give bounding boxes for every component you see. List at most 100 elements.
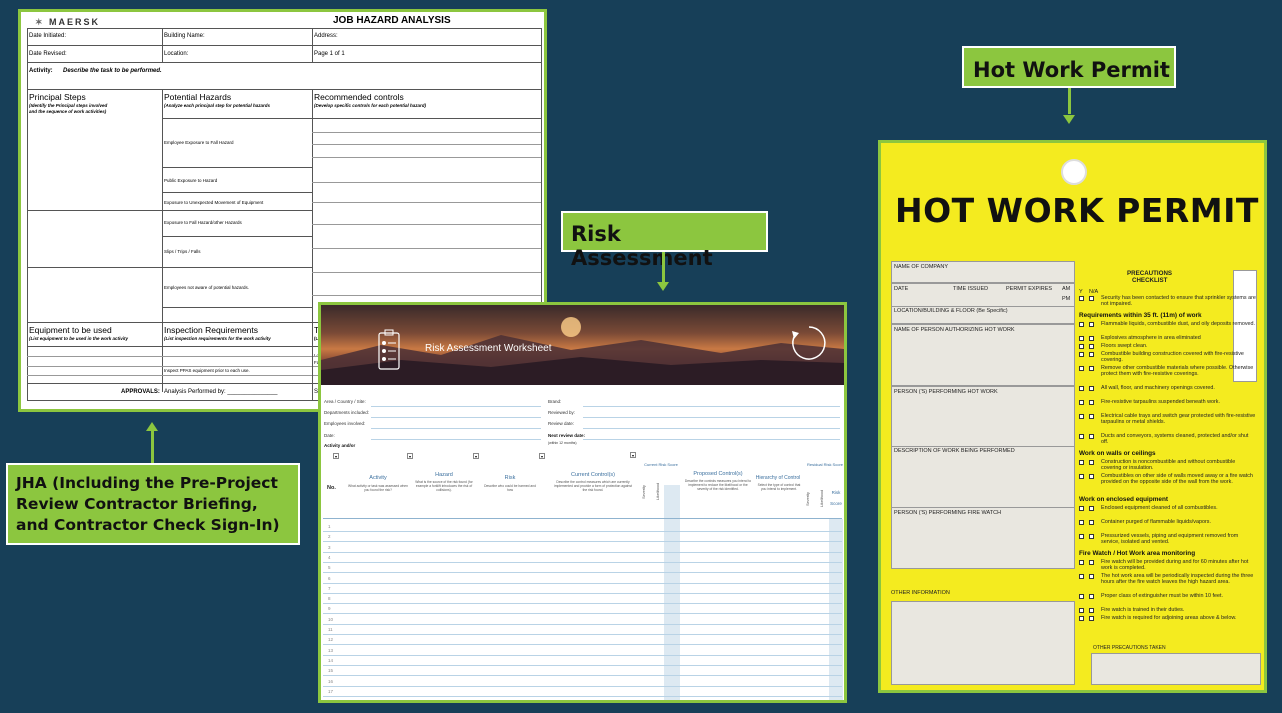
checkbox[interactable] [1079,534,1084,539]
worksheet-row-line [323,541,842,543]
row-number: 12 [328,637,334,643]
principal-steps-heading: Principal Steps [29,92,86,102]
checklist-item: Construction is noncombustible and witho… [1101,459,1236,471]
checkbox[interactable] [1089,534,1094,539]
risk-dropdown[interactable]: ▾ [473,453,479,459]
checkbox[interactable] [1079,616,1084,621]
checkbox[interactable] [1079,386,1084,391]
risk-column-note: Describe who could be harmed and how [484,484,536,492]
hierarchy-of-control-header: Hierarchy of Control [755,475,801,481]
checkbox[interactable] [1079,594,1084,599]
hazard-column-header: Hazard [435,472,453,478]
worksheet-banner: Risk Assessment Worksheet [321,305,844,385]
reviewed-by-label: Reviewed by: [548,410,576,415]
checklist-item: The hot work area will be periodically i… [1101,573,1254,585]
checkbox[interactable] [1089,616,1094,621]
checkbox[interactable] [1079,414,1084,419]
checkbox[interactable] [1089,322,1094,327]
worksheet-row-line [323,531,842,532]
hot-work-permit: HOT WORK PERMIT NAME OF COMPANY DATE TIM… [878,140,1267,693]
fire-watch-person-field[interactable] [891,507,1075,569]
performing-person-field[interactable] [891,386,1075,448]
checkbox[interactable] [1079,560,1084,565]
checkbox[interactable] [1079,608,1084,613]
worksheet-row-line [323,664,842,666]
likelihood-header: Likelihood [656,482,660,500]
checkbox[interactable] [1089,296,1094,301]
severity-header: Severity [642,485,646,499]
hazard-item: Slips / Trips / Falls [164,249,201,254]
checkbox[interactable] [1089,434,1094,439]
checkbox[interactable] [1079,352,1084,357]
checklist-item: Floors swept clean. [1101,343,1148,349]
checklist-item: Fire watch is required for adjoining are… [1101,615,1237,621]
checklist-item: Container purged of flammable liquids/va… [1101,519,1211,525]
row-number: 16 [328,678,334,684]
checkbox[interactable] [1079,322,1084,327]
checkbox[interactable] [1089,400,1094,405]
work-description-label: DESCRIPTION OF WORK BEING PERFORMED [894,448,1015,454]
checkbox[interactable] [1089,574,1094,579]
checkbox[interactable] [1089,414,1094,419]
activity-dropdown[interactable]: ▾ [333,453,339,459]
checkbox[interactable] [1089,506,1094,511]
inspection-heading: Inspection Requirements [164,325,259,335]
worksheet-row-line [323,613,842,615]
checklist-item: Security has been contacted to ensure th… [1101,295,1256,307]
hierarchy-of-control-note: Select the type of control that you inte… [757,483,801,491]
checkbox[interactable] [1089,608,1094,613]
work-description-field[interactable] [891,446,1075,508]
checkbox[interactable] [1089,594,1094,599]
row-number: 1 [328,524,331,529]
no-column-header: No. [327,485,336,491]
checkbox[interactable] [1079,296,1084,301]
other-information-field[interactable] [891,601,1075,685]
authorizing-person-field[interactable] [891,324,1075,386]
checkbox[interactable] [1089,460,1094,465]
checklist-item: Enclosed equipment cleaned of all combus… [1101,505,1218,511]
date-label: DATE [894,286,909,292]
hazard-item: Exposure to Unexpected Movement of Equip… [164,200,264,205]
checkbox[interactable] [1089,560,1094,565]
row-number: 11 [328,627,333,632]
other-information-label: OTHER INFORMATION [891,590,950,596]
checkbox[interactable] [1089,344,1094,349]
checkbox[interactable] [1089,366,1094,371]
checkbox[interactable] [1089,474,1094,479]
hanging-hole [1061,159,1087,185]
hazard-dropdown[interactable]: ▾ [407,453,413,459]
checkbox[interactable] [1079,460,1084,465]
hot-work-permit-callout: Hot Work Permit [962,46,1176,88]
checkbox[interactable] [1079,474,1084,479]
checklist-item: Proper class of extinguisher must be wit… [1101,593,1223,599]
checkbox[interactable] [1089,352,1094,357]
checkbox[interactable] [1079,574,1084,579]
checkbox[interactable] [1079,344,1084,349]
review-dropdown[interactable]: ▾ [630,452,636,458]
checkbox[interactable] [1079,434,1084,439]
checkbox[interactable] [1089,336,1094,341]
checklist-section-heading: Work on walls or ceilings [1079,450,1156,457]
company-name-label: NAME OF COMPANY [894,264,948,270]
checkbox[interactable] [1089,520,1094,525]
worksheet-row-line [323,572,842,574]
controls-dropdown[interactable]: ▾ [539,453,545,459]
potential-hazards-heading: Potential Hazards [164,92,232,102]
equipment-heading: Equipment to be used [29,325,112,335]
checkbox[interactable] [1089,386,1094,391]
checkbox[interactable] [1079,336,1084,341]
date-revised-label: Date Revised: [29,51,67,57]
fire-watch-person-label: PERSON ('S) PERFORMING FIRE WATCH [894,510,1002,516]
current-controls-header: Current Control(s) [570,472,615,478]
worksheet-row-line [323,695,842,697]
checkbox[interactable] [1079,366,1084,371]
checklist-item: Explosives atmosphere in area eliminated [1101,335,1201,341]
checkbox[interactable] [1079,520,1084,525]
next-review-note: (within 12 months) [548,441,577,445]
checkbox[interactable] [1079,400,1084,405]
checklist-title: PRECAUTIONS [1127,270,1173,277]
checkbox[interactable] [1079,506,1084,511]
worksheet-row-line [323,654,842,656]
other-precautions-field[interactable] [1091,653,1261,685]
approvals-label: APPROVALS: [121,389,160,395]
